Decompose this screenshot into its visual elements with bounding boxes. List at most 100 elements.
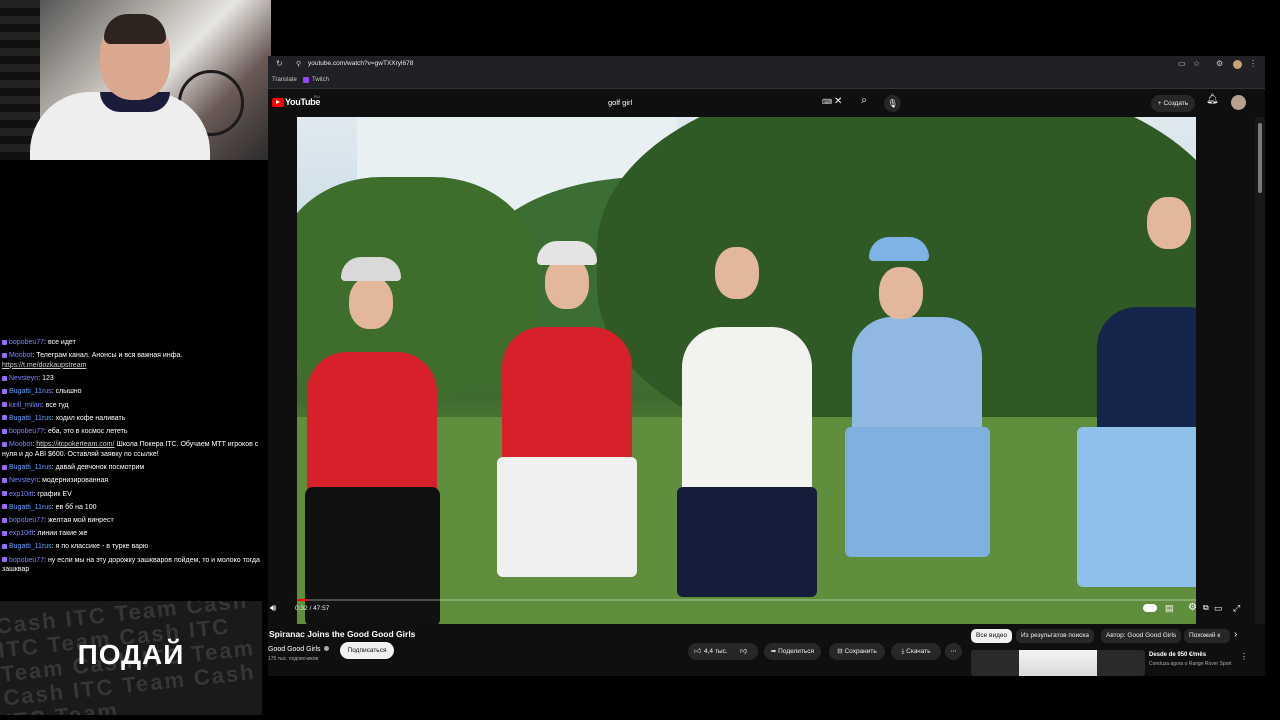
search-icon[interactable]: ⌕ <box>854 95 874 112</box>
chat-username[interactable]: exp10itt <box>9 491 34 498</box>
ad-thumbnail[interactable] <box>971 650 1145 676</box>
chat-username[interactable]: bopobeu77 <box>9 428 44 435</box>
chat-message: Bugatti_11rus: ходил кофе наливать <box>0 412 262 425</box>
save-button[interactable]: ⊟ Сохранить <box>829 643 885 660</box>
share-button[interactable]: ➦ Поделиться <box>764 643 821 660</box>
star-icon[interactable]: ☆ <box>1193 59 1200 68</box>
ad-subtitle: Conduza agora o Range Rover Sport <box>1149 661 1232 667</box>
settings-gear-icon[interactable]: ⚙ <box>1188 602 1197 613</box>
create-button[interactable]: + Создать <box>1151 95 1195 112</box>
chat-message: bopobeu77: желтая мой винрест <box>0 514 262 527</box>
keyboard-icon[interactable]: ⌨ <box>822 98 832 106</box>
chat-message: bopobeu77: ну если мы на эту дорожку заш… <box>2 556 260 574</box>
chat-badge-icon <box>2 464 7 470</box>
chat-message: exp10itt: линии такие же <box>0 527 262 540</box>
chat-message: Bugatti_11rus: слышно <box>0 385 262 398</box>
chat-username[interactable]: Bugatti_11rus <box>9 543 52 550</box>
clear-search-icon[interactable]: ✕ <box>834 96 842 107</box>
volume-icon[interactable]: 🔊︎ <box>270 603 276 614</box>
extensions-icon[interactable]: ⚙ <box>1216 59 1223 68</box>
person-1-cap <box>341 257 401 281</box>
chat-text: график EV <box>37 490 72 498</box>
stream-chat: bopobeu77: все идет Moobot: Телеграм кана… <box>0 336 262 596</box>
search-box[interactable]: golf girl ⌨ ✕ <box>600 95 850 112</box>
person-2 <box>502 327 632 467</box>
chat-badge-icon <box>2 504 7 510</box>
scrollbar-thumb[interactable] <box>1258 123 1262 193</box>
theater-mode-icon[interactable]: ▭ <box>1214 603 1223 614</box>
chat-text: модернизированная <box>42 477 109 485</box>
chat-badge-icon <box>2 352 7 358</box>
dislike-icon[interactable]: 👎︎ <box>740 643 747 660</box>
person-5-face <box>1147 197 1191 249</box>
person-2-skirt <box>497 457 637 577</box>
menu-icon[interactable]: ⋮ <box>1249 59 1257 68</box>
chat-username[interactable]: bopobeu77 <box>9 517 44 524</box>
bookmark-translate[interactable]: Translate <box>272 77 297 83</box>
cast-icon[interactable]: ▭ <box>1178 59 1186 68</box>
chips-next-icon[interactable]: › <box>1234 629 1237 640</box>
chat-username[interactable]: Moobot <box>9 441 32 448</box>
chat-username[interactable]: Nevsteyn <box>9 477 38 484</box>
verified-icon <box>324 646 329 651</box>
chat-badge-icon <box>2 530 7 536</box>
play-glyph-icon <box>276 100 280 104</box>
chat-badge-icon <box>2 339 7 345</box>
chat-username[interactable]: exp10itt <box>9 530 34 537</box>
notifications-bell-icon[interactable]: 🔔︎ <box>1206 94 1219 105</box>
chat-text: линии такие же <box>37 530 88 538</box>
chip-all-videos[interactable]: Все видео <box>971 629 1013 643</box>
like-count[interactable]: 4,4 тыс. <box>704 643 728 660</box>
chip-by-author[interactable]: Автор: Good Good Girls <box>1101 629 1182 643</box>
url-text[interactable]: youtube.com/watch?v=gwTXXryl678 <box>308 60 413 67</box>
chat-message: exp10itt: график EV <box>0 488 262 501</box>
site-info-icon[interactable]: ⚲ <box>296 60 301 68</box>
progress-bar-track[interactable] <box>297 599 1196 601</box>
ad-title[interactable]: Desde de 950 €/mês <box>1149 652 1206 658</box>
chat-badge-icon <box>2 428 7 434</box>
channel-name[interactable]: Good Good Girls <box>268 646 321 653</box>
chat-link[interactable]: https://t.me/dozkaupstream <box>2 362 86 369</box>
chat-badge-icon <box>2 478 7 484</box>
chat-username[interactable]: bopobeu77 <box>9 339 44 346</box>
page-scrollbar[interactable] <box>1255 117 1265 676</box>
subscribe-button[interactable]: Подписаться <box>340 642 394 659</box>
miniplayer-icon[interactable]: ⧉ <box>1203 603 1209 613</box>
voice-search-icon[interactable]: 🎙︎ <box>884 95 901 112</box>
subtitles-icon[interactable]: ▤ <box>1165 603 1174 614</box>
fullscreen-icon[interactable]: ⤢ <box>1233 603 1240 614</box>
chat-message: Bugatti_11rus: я по классике - в турке в… <box>0 540 262 553</box>
chat-username[interactable]: Bugatti_11rus <box>9 388 52 395</box>
streamer-hair <box>104 14 166 44</box>
chip-from-search[interactable]: Из результатов поиска <box>1016 629 1095 643</box>
reload-icon[interactable]: ↻ <box>276 59 283 68</box>
chat-text: слышно <box>55 388 82 396</box>
download-button[interactable]: ⤓ Скачать <box>891 643 941 660</box>
banner-text: ПОДАЙ <box>77 639 185 670</box>
chat-link[interactable]: https://itcpokerteam.com/ <box>36 441 114 448</box>
chip-similar[interactable]: Похожий к <box>1184 629 1230 643</box>
chat-username[interactable]: kirill_milan <box>9 402 42 409</box>
account-avatar[interactable] <box>1231 95 1246 110</box>
profile-avatar[interactable] <box>1233 60 1242 69</box>
ad-image <box>1019 650 1097 676</box>
chat-text: ходил кофе наливать <box>55 414 126 422</box>
youtube-header: YouTube RU golf girl ⌨ ✕ ⌕ 🎙︎ + Создать … <box>268 89 1265 117</box>
video-player[interactable] <box>297 117 1196 624</box>
like-icon[interactable]: 👍︎ <box>694 643 701 660</box>
chat-username[interactable]: Nevsteyn <box>9 375 38 382</box>
chat-message: Bugatti_11rus: ев бб на 100 <box>0 501 262 514</box>
person-1-face <box>349 277 393 329</box>
bookmarks-bar: Translate Twitch <box>268 73 1265 89</box>
chat-message: bopobeu77: все идет <box>0 336 262 349</box>
bookmark-twitch[interactable]: Twitch <box>312 77 329 83</box>
chat-username[interactable]: bopobeu77 <box>9 557 44 564</box>
search-input[interactable]: golf girl <box>608 98 632 107</box>
ad-menu-icon[interactable]: ⋮ <box>1240 652 1248 661</box>
chat-username[interactable]: Bugatti_11rus <box>9 464 52 471</box>
more-actions-icon[interactable]: ⋯ <box>945 643 962 660</box>
chat-username[interactable]: Moobot <box>9 352 32 359</box>
chat-username[interactable]: Bugatti_11rus <box>9 415 52 422</box>
chat-username[interactable]: Bugatti_11rus <box>9 504 52 511</box>
autoplay-toggle[interactable] <box>1143 604 1157 612</box>
